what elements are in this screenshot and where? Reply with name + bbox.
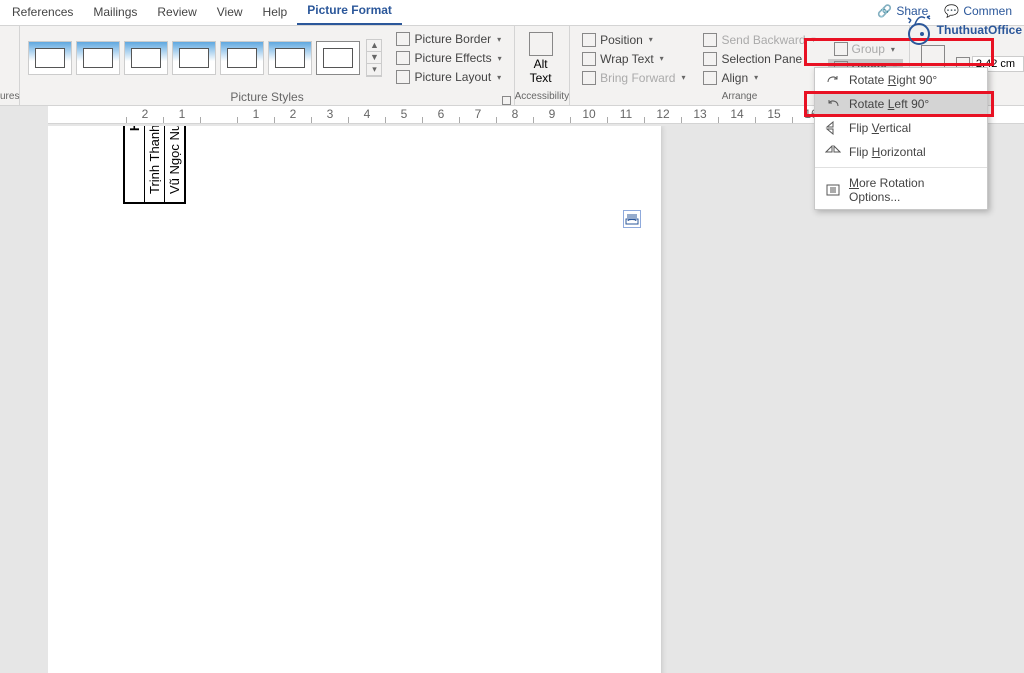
more-options-icon xyxy=(825,183,841,197)
tab-review[interactable]: Review xyxy=(147,1,206,25)
ribbon-tabs: References Mailings Review View Help Pic… xyxy=(0,0,1024,26)
style-gallery-more[interactable]: ▲▼▾ xyxy=(366,39,382,77)
send-backward-button: Send Backward▾ xyxy=(697,31,821,49)
picture-style-thumb-selected[interactable] xyxy=(316,41,360,75)
page: HỌ VÀ TÊN GIỚI TÍNH NGÀY SINH Trịnh Than… xyxy=(48,126,661,673)
flip-vertical[interactable]: Flip Vertical xyxy=(815,116,987,140)
group-label-picture-styles: Picture Styles xyxy=(20,90,513,107)
selection-pane-button[interactable]: Selection Pane xyxy=(697,50,821,68)
table-row: Trịnh Thanh Tâm Nam 07/02/1991 xyxy=(145,126,165,203)
border-icon xyxy=(396,32,410,46)
group-label-cut: ures xyxy=(0,91,19,105)
effects-icon xyxy=(396,51,410,65)
wrap-text-button[interactable]: Wrap Text▾ xyxy=(576,50,691,68)
layout-options-icon[interactable] xyxy=(623,210,641,228)
group-label-accessibility: Accessibility xyxy=(515,91,569,105)
tab-help[interactable]: Help xyxy=(253,1,298,25)
position-icon xyxy=(582,33,596,47)
table-header: HỌ VÀ TÊN xyxy=(125,126,145,203)
watermark-logo: ThuthuatOffice xyxy=(901,12,1022,48)
selection-pane-icon xyxy=(703,52,717,66)
tab-picture-format[interactable]: Picture Format xyxy=(297,0,402,25)
flip-horizontal[interactable]: Flip Horizontal xyxy=(815,140,987,164)
dialog-launcher-icon[interactable] xyxy=(502,96,511,105)
align-button[interactable]: Align▾ xyxy=(697,69,821,87)
send-backward-icon xyxy=(703,33,717,47)
flip-vertical-icon xyxy=(825,121,841,135)
alt-text-icon xyxy=(529,32,553,56)
picture-style-thumb[interactable] xyxy=(124,41,168,75)
table-row: Vũ Ngọc Nương Nữ 08/05/1983 xyxy=(165,126,185,203)
rotate-right-icon xyxy=(825,73,841,87)
layout-icon xyxy=(396,70,410,84)
rotate-dropdown: Rotate Right 90° Rotate Left 90° Flip Ve… xyxy=(814,67,988,210)
picture-border-button[interactable]: Picture Border▾ xyxy=(390,30,507,48)
picture-style-thumb[interactable] xyxy=(28,41,72,75)
rotated-table-image[interactable]: HỌ VÀ TÊN GIỚI TÍNH NGÀY SINH Trịnh Than… xyxy=(123,126,186,204)
picture-layout-button[interactable]: Picture Layout▾ xyxy=(390,68,507,86)
picture-style-thumb[interactable] xyxy=(76,41,120,75)
tab-references[interactable]: References xyxy=(2,1,83,25)
wrap-icon xyxy=(582,52,596,66)
annotation-highlight xyxy=(804,91,994,117)
bring-forward-button: Bring Forward▾ xyxy=(576,69,691,87)
more-rotation-options[interactable]: More Rotation Options... xyxy=(815,171,987,209)
alt-text-button[interactable]: AltText xyxy=(521,32,561,84)
tab-mailings[interactable]: Mailings xyxy=(83,1,147,25)
bring-forward-icon xyxy=(582,71,596,85)
picture-effects-button[interactable]: Picture Effects▾ xyxy=(390,49,507,67)
picture-style-thumb[interactable] xyxy=(172,41,216,75)
share-icon: 🔗 xyxy=(877,4,892,18)
align-icon xyxy=(703,71,717,85)
flip-horizontal-icon xyxy=(825,145,841,159)
position-button[interactable]: Position▾ xyxy=(576,31,691,49)
tab-view[interactable]: View xyxy=(207,1,253,25)
picture-style-thumb[interactable] xyxy=(268,41,312,75)
picture-style-thumb[interactable] xyxy=(220,41,264,75)
rotate-right-90[interactable]: Rotate Right 90° xyxy=(815,68,987,92)
